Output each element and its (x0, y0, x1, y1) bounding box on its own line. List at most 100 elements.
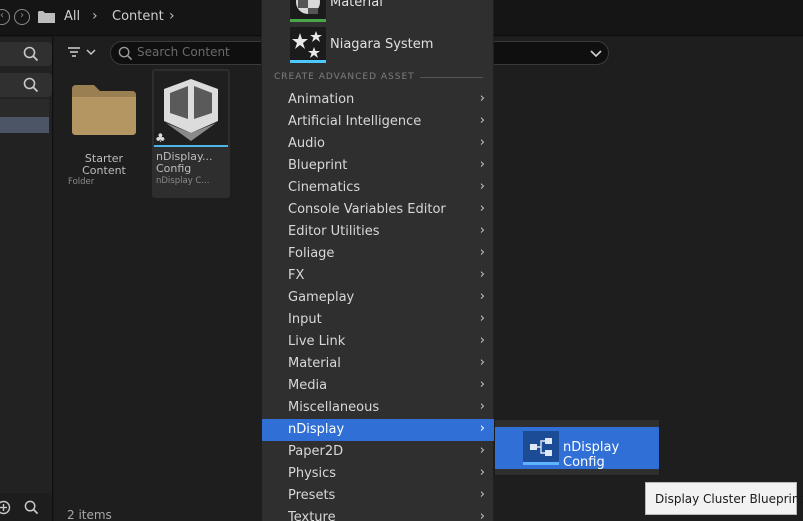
folder-icon (72, 85, 136, 135)
breadcrumb-all[interactable]: All (64, 9, 80, 24)
niagara-icon (290, 27, 326, 63)
asset-type-color-bar (290, 19, 326, 22)
submenu-item-ndisplay-config[interactable]: nDisplay Config (495, 427, 659, 470)
menu-item-label: Miscellaneous (288, 400, 380, 415)
menu-item-editor-utilities[interactable]: Editor Utilities › (262, 221, 495, 243)
chevron-down-icon[interactable] (590, 50, 602, 58)
add-asset-menu: Material Niagara System CREATE ADVANCED … (261, 0, 495, 521)
chevron-right-icon[interactable]: › (169, 8, 175, 24)
section-title-create-advanced-asset: CREATE ADVANCED ASSET (274, 72, 415, 82)
search-icon[interactable] (23, 77, 39, 93)
menu-item-console-variables-editor[interactable]: Console Variables Editor › (262, 199, 495, 221)
folder-icon (38, 11, 55, 23)
menu-item-label: Blueprint (288, 158, 348, 173)
chevron-right-icon: › (479, 179, 485, 194)
menu-item-label: Animation (288, 92, 355, 107)
menu-item-blueprint[interactable]: Blueprint › (262, 155, 495, 177)
search-icon[interactable] (24, 500, 39, 515)
chevron-right-icon: › (479, 421, 485, 436)
asset-thumbnail: ♣ (154, 71, 228, 147)
menu-item-gameplay[interactable]: Gameplay › (262, 287, 495, 309)
menu-item-input[interactable]: Input › (262, 309, 495, 331)
tooltip: Display Cluster Blueprint (645, 482, 803, 515)
filter-icon (68, 46, 80, 57)
search-icon (118, 46, 133, 61)
menu-item-label: Media (288, 378, 328, 393)
search-icon[interactable] (23, 46, 39, 62)
add-icon[interactable] (0, 500, 11, 515)
asset-name: nDisplay... Config (156, 150, 213, 175)
menu-item-label: Live Link (288, 334, 346, 349)
asset-type: Folder (68, 177, 95, 187)
history-back-icon[interactable]: ‹ (0, 9, 10, 25)
asset-type: nDisplay C... (156, 176, 210, 186)
breadcrumb-content[interactable]: Content (112, 9, 164, 24)
sources-panel (0, 37, 53, 521)
menu-item-cinematics[interactable]: Cinematics › (262, 177, 495, 199)
chevron-down-icon (86, 48, 96, 55)
chevron-right-icon: › (479, 157, 485, 172)
history-forward-icon[interactable]: › (14, 9, 30, 25)
menu-item-label: nDisplay (288, 422, 345, 437)
menu-item-label: Artificial Intelligence (288, 114, 422, 129)
asset-type-color-bar (154, 145, 228, 147)
menu-item-artificial-intelligence[interactable]: Artificial Intelligence › (262, 111, 495, 133)
menu-item-label: Console Variables Editor (288, 202, 446, 217)
section-divider (420, 77, 483, 78)
menu-item-label: Audio (288, 136, 325, 151)
ndisplay-submenu: nDisplay Config (494, 419, 660, 476)
plugin-badge-icon: ♣ (155, 131, 166, 145)
menu-item-ndisplay[interactable]: nDisplay › (262, 419, 495, 441)
menu-item-fx[interactable]: FX › (262, 265, 495, 287)
menu-item-label: FX (288, 268, 305, 283)
menu-item-label: Physics (288, 466, 337, 481)
chevron-right-icon: › (479, 355, 485, 370)
collections-search-row[interactable] (0, 73, 52, 97)
menu-item-label: Input (288, 312, 322, 327)
menu-item-physics[interactable]: Physics › (262, 463, 495, 485)
asset-type-color-bar (290, 60, 326, 63)
menu-item-label: Presets (288, 488, 336, 503)
chevron-right-icon: › (479, 399, 485, 414)
chevron-right-icon: › (479, 113, 485, 128)
menu-item-live-link[interactable]: Live Link › (262, 331, 495, 353)
menu-item-label: Texture (288, 510, 336, 521)
collections-footer (0, 493, 52, 521)
asset-tile-ndisplay-config[interactable]: ♣ nDisplay... Config nDisplay C... (152, 69, 230, 198)
chevron-right-icon: › (479, 377, 485, 392)
menu-item-miscellaneous[interactable]: Miscellaneous › (262, 397, 495, 419)
menu-asset-material[interactable]: Material (262, 0, 495, 22)
menu-item-texture[interactable]: Texture › (262, 507, 495, 521)
menu-item-audio[interactable]: Audio › (262, 133, 495, 155)
chevron-right-icon: › (479, 91, 485, 106)
submenu-item-label: nDisplay Config (563, 440, 620, 470)
chevron-right-icon: › (479, 311, 485, 326)
tree-row-content-selected[interactable] (0, 117, 49, 133)
filter-button[interactable] (66, 44, 96, 59)
menu-item-animation[interactable]: Animation › (262, 89, 495, 111)
menu-item-presets[interactable]: Presets › (262, 485, 495, 507)
menu-asset-label: Material (330, 0, 383, 10)
chevron-right-icon: › (479, 267, 485, 282)
menu-asset-niagara-system[interactable]: Niagara System (262, 27, 495, 63)
chevron-right-icon: › (479, 487, 485, 502)
chevron-right-icon: › (479, 289, 485, 304)
menu-item-material[interactable]: Material › (262, 353, 495, 375)
asset-name: Starter Content (82, 152, 126, 177)
menu-item-media[interactable]: Media › (262, 375, 495, 397)
chevron-right-icon: › (479, 223, 485, 238)
chevron-right-icon: › (479, 509, 485, 521)
menu-item-label: Paper2D (288, 444, 344, 459)
chevron-right-icon: › (479, 333, 485, 348)
ndisplay-config-icon (523, 431, 559, 465)
menu-item-foliage[interactable]: Foliage › (262, 243, 495, 265)
material-icon (290, 0, 326, 22)
sources-search-row[interactable] (0, 42, 52, 66)
menu-item-label: Gameplay (288, 290, 355, 305)
asset-tile-starter-content[interactable]: Starter Content Folder (66, 77, 142, 187)
chevron-right-icon: › (479, 245, 485, 260)
tree-row-all[interactable] (0, 99, 49, 117)
menu-item-label: Cinematics (288, 180, 361, 195)
chevron-right-icon: › (479, 135, 485, 150)
menu-item-paper2d[interactable]: Paper2D › (262, 441, 495, 463)
